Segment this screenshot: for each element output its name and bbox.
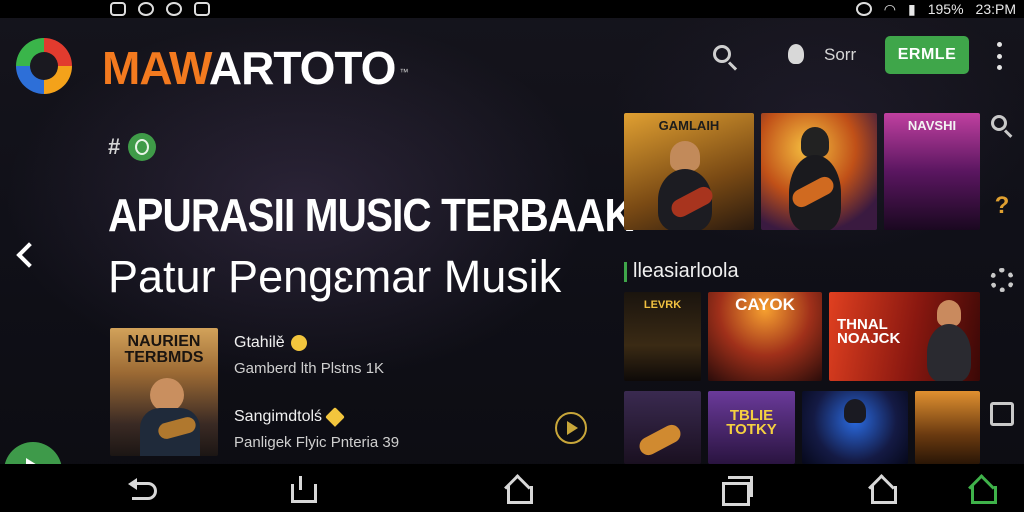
album-title: NAURIEN TERBMDS [124, 333, 204, 366]
gear-icon[interactable] [990, 268, 1014, 292]
album-thumb[interactable] [761, 113, 877, 230]
track-meta: Panligek Flyic Pnteria 39 [234, 434, 400, 451]
album-thumb[interactable] [624, 391, 701, 464]
search-icon [713, 45, 731, 63]
track-title: Sangimdtolś [234, 408, 323, 425]
hero-title: APURASII MUSIC TERBAAK [108, 189, 634, 241]
featured-album-cover[interactable]: NAURIEN TERBMDS [110, 328, 218, 456]
chevron-left-icon[interactable] [14, 240, 34, 270]
app-screen: ◠ ▮ 195% 23:PM MAWARTOTO ™ Sorr ERMLE # … [0, 0, 1024, 512]
battery-level: 195% [927, 1, 964, 17]
album-thumb[interactable] [802, 391, 908, 464]
section-heading: lleasiarloola [624, 260, 739, 283]
status-left-icons [110, 0, 210, 18]
sort-button[interactable]: Sorr [824, 45, 856, 65]
status-bar: ◠ ▮ 195% 23:PM [0, 0, 1024, 18]
search-button[interactable] [710, 42, 740, 72]
album-thumb[interactable] [915, 391, 980, 464]
heart-icon [325, 407, 345, 427]
hashtag: # [108, 134, 121, 159]
home-alt-icon[interactable] [866, 476, 897, 504]
play-icon[interactable] [555, 412, 587, 444]
help-icon[interactable]: ? [990, 194, 1014, 218]
trademark: ™ [399, 67, 408, 77]
clock-icon [166, 2, 182, 16]
home-icon[interactable] [502, 476, 533, 504]
search-icon[interactable] [990, 114, 1014, 138]
back-icon[interactable] [128, 476, 158, 502]
signal-icon: ▮ [908, 0, 916, 17]
recent-apps-icon[interactable] [720, 476, 753, 506]
album-thumb[interactable]: CAYOK [708, 292, 822, 381]
home-app-icon [194, 2, 210, 16]
album-thumb[interactable]: LEVRK [624, 292, 701, 381]
brand-accent: MAW [102, 42, 210, 94]
logo-icon[interactable] [16, 38, 72, 94]
wifi-icon: ◠ [883, 0, 896, 17]
track-list: Gtahilě Gamberd lth Plstns 1K Sangimdtol… [234, 334, 399, 482]
list-item[interactable]: Gtahilě Gamberd lth Plstns 1K [234, 334, 399, 408]
album-thumb[interactable]: NAVSHI [884, 113, 980, 230]
guitar-icon [636, 421, 684, 459]
tag-badge-icon[interactable] [128, 133, 157, 161]
album-thumb[interactable]: TBLIE TOTKY [708, 391, 795, 464]
track-meta: Gamberd lth Plstns 1K [234, 360, 385, 377]
app-home-icon[interactable] [966, 476, 997, 504]
hero-subtitle: Patur Pengɛmar Musik [108, 251, 562, 302]
system-nav-bar [0, 464, 1024, 512]
brand-rest: ARTOTO [208, 42, 397, 94]
section-title: lleasiarloola [633, 260, 739, 282]
brand-logo[interactable]: MAWARTOTO ™ [102, 42, 408, 94]
status-right: ◠ ▮ 195% 23:PM [855, 0, 1016, 18]
share-icon[interactable] [286, 476, 317, 503]
film-icon[interactable] [990, 402, 1014, 426]
enable-button[interactable]: ERMLE [885, 36, 969, 74]
whatsapp-icon [138, 2, 154, 16]
track-title: Gtahilě [234, 334, 285, 351]
gallery-icon [110, 2, 126, 16]
side-rail: ? [986, 110, 1018, 440]
album-thumb[interactable]: THNAL NOAJCK [829, 292, 980, 381]
more-menu-icon[interactable] [994, 42, 1004, 70]
status-time: 23:PM [975, 1, 1016, 17]
hero-tag: # [108, 133, 157, 161]
app-header: MAWARTOTO ™ Sorr ERMLE [0, 28, 1024, 108]
voice-button[interactable] [784, 42, 808, 70]
mic-icon [788, 44, 804, 64]
album-thumb[interactable]: GAMLAIH [624, 113, 754, 230]
sync-icon [855, 2, 872, 16]
emoji-icon [290, 335, 307, 351]
